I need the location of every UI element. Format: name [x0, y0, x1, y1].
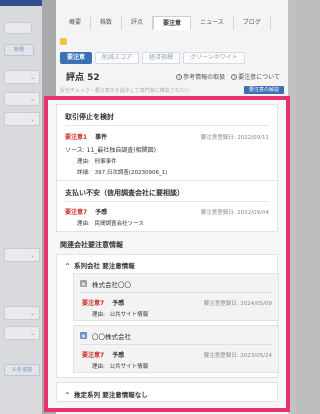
estimated-accordion-header[interactable]: ^ 推定系列 要注意情報なし: [65, 389, 148, 399]
divider: [80, 344, 272, 345]
affiliate-accordion-label: 系列会社 要注意情報: [74, 262, 135, 270]
reason-row: 理由: 民間調査会社ソース: [77, 219, 144, 227]
score-row: 評点 52 ? 参考情報の取扱 ? 要注意について: [60, 70, 284, 83]
about-caution-link[interactable]: ? 要注意について: [231, 72, 280, 81]
reason-row: 理由: 公共サイト情報: [92, 310, 148, 318]
reason-label: 理由:: [77, 159, 90, 165]
company-item: ▦ 株式会社〇〇 要注意7 予感 要注意登録日: 2024/05/09 理由: …: [73, 273, 279, 321]
estimated-affiliate-accordion: ^ 推定系列 要注意情報なし: [56, 382, 278, 402]
caution-tag: 要注意7: [65, 209, 88, 216]
reason-row: 理由: 公共サイト情報: [92, 362, 148, 370]
tab-bar: 概要 株数 評点 要注意 ニュース ブログ: [60, 16, 271, 30]
caution-level: 要注意1 事件: [65, 132, 107, 141]
tab-news[interactable]: ニュース: [191, 16, 234, 30]
estimated-accordion-label: 推定系列 要注意情報なし: [74, 391, 148, 399]
subtab-bar: 要注意 削減スコア 経済指標 グリーンホワイト: [60, 52, 245, 64]
chevron-up-icon: ^: [65, 263, 71, 270]
caution-tag: 要注意1: [65, 134, 88, 141]
background-field: [4, 22, 32, 34]
card-title: 支払い不安（信用調査会社に要相談）: [65, 189, 184, 197]
caution-level: 要注意7 予感: [65, 207, 107, 216]
question-icon: ?: [176, 74, 183, 80]
subtab-economic-index[interactable]: 経済指標: [142, 52, 181, 64]
reason-label: 理由:: [77, 221, 90, 227]
chevron-up-icon: ^: [65, 392, 71, 399]
divider: [80, 292, 272, 293]
background-select: ⌄: [4, 248, 40, 262]
chevron-down-icon: ⌄: [30, 252, 36, 259]
info-links: ? 参考情報の取扱 ? 要注意について: [176, 72, 280, 81]
building-icon: ▦: [80, 280, 87, 287]
tab-rating[interactable]: 評点: [122, 16, 154, 30]
background-new-button: 新規: [4, 44, 34, 56]
divider: [65, 125, 269, 126]
tab-caution[interactable]: 要注意: [153, 16, 192, 30]
card-title: 取引停止を検討: [65, 113, 114, 121]
about-caution-label: 要注意について: [238, 74, 280, 81]
chevron-down-icon: ⌄: [30, 310, 36, 317]
caution-card: 支払い不安（信用調査会社に要相談） 要注意7 予感 要注意登録日: 2022/0…: [56, 180, 278, 232]
caution-level: 要注意7 予感: [82, 350, 124, 359]
background-header-bar: [0, 0, 42, 6]
subtab-green-white[interactable]: グリーンホワイト: [183, 52, 245, 64]
chevron-down-icon: ⌄: [30, 74, 36, 81]
caution-category: 事件: [95, 134, 108, 141]
reason-label: 理由:: [92, 312, 105, 318]
reference-info-label: 参考情報の取扱: [183, 74, 226, 81]
registration-date: 要注意登録日: 2023/05/24: [203, 353, 272, 359]
registration-date: 要注意登録日: 2022/09/04: [200, 210, 269, 216]
tab-overview[interactable]: 概要: [60, 16, 92, 30]
background-select: ⌄: [4, 70, 40, 84]
chevron-down-icon: ⌄: [30, 96, 36, 103]
detail-value: 397.日次調査(20230906_1): [94, 170, 168, 176]
reason-row: 理由: 刑事事件: [77, 157, 117, 165]
caution-explain-button[interactable]: 要注意の解説: [243, 86, 284, 94]
caution-tag: 要注意7: [82, 352, 105, 359]
detail-label: 詳細:: [77, 170, 90, 176]
caution-category: 予感: [95, 209, 108, 216]
divider: [65, 201, 269, 202]
chevron-down-icon: ⌄: [30, 116, 36, 123]
score-label: 評点 52: [66, 73, 100, 83]
document-icon: [60, 38, 67, 45]
company-name[interactable]: 株式会社〇〇: [92, 279, 131, 289]
source-text: ソース: 11_最社独自調査(相関図): [65, 147, 156, 154]
affiliate-caution-accordion: ^ 系列会社 要注意情報 ▦ 株式会社〇〇 要注意7 予感 要注意登録日: 202…: [56, 254, 279, 378]
company-item: ▦ 〇〇株式会社 要注意7 予感 要注意登録日: 2023/05/24 理由: …: [73, 325, 279, 373]
tab-shares[interactable]: 株数: [91, 16, 123, 30]
highlighted-caution-section: 取引停止を検討 要注意1 事件 要注意登録日: 2022/09/11 ソース: …: [44, 96, 290, 412]
reference-info-link[interactable]: ? 参考情報の取扱: [176, 72, 225, 81]
question-icon: ?: [231, 74, 238, 80]
background-select: ⌄: [4, 112, 40, 126]
background-select: ⌄: [4, 306, 40, 320]
reason-value: 公共サイト情報: [109, 312, 149, 318]
chevron-down-icon: ⌄: [30, 330, 36, 337]
reason-label: 理由:: [92, 364, 105, 370]
affiliate-accordion-header[interactable]: ^ 系列会社 要注意情報: [65, 260, 135, 270]
detail-row: 詳細: 397.日次調査(20230906_1): [77, 168, 167, 176]
caution-category: 予感: [112, 300, 125, 307]
reason-value: 刑事事件: [94, 159, 117, 165]
related-companies-title: 関連会社要注意情報: [60, 241, 123, 249]
registration-date: 要注意登録日: 2022/09/11: [200, 135, 269, 141]
caution-card: 取引停止を検討 要注意1 事件 要注意登録日: 2022/09/11 ソース: …: [56, 104, 278, 192]
tab-blog[interactable]: ブログ: [234, 16, 271, 30]
background-app: 新規 ⌄ ⌄ ⌄ ⌄ ⌄ ⌄ ルを追加: [0, 0, 42, 414]
reason-value: 民間調査会社ソース: [94, 221, 144, 227]
background-add-button: ルを追加: [4, 364, 40, 376]
background-select: ⌄: [4, 326, 40, 340]
caution-level: 要注意7 予感: [82, 298, 124, 307]
subtab-caution[interactable]: 要注意: [60, 52, 93, 64]
building-icon: ▦: [80, 332, 87, 339]
company-name[interactable]: 〇〇株式会社: [92, 331, 131, 341]
subtab-reduction-score[interactable]: 削減スコア: [95, 52, 140, 64]
reason-value: 公共サイト情報: [109, 364, 149, 370]
registration-date: 要注意登録日: 2024/05/09: [203, 301, 272, 307]
caution-category: 予感: [112, 352, 125, 359]
background-select: ⌄: [4, 92, 40, 106]
caution-tag: 要注意7: [82, 300, 105, 307]
